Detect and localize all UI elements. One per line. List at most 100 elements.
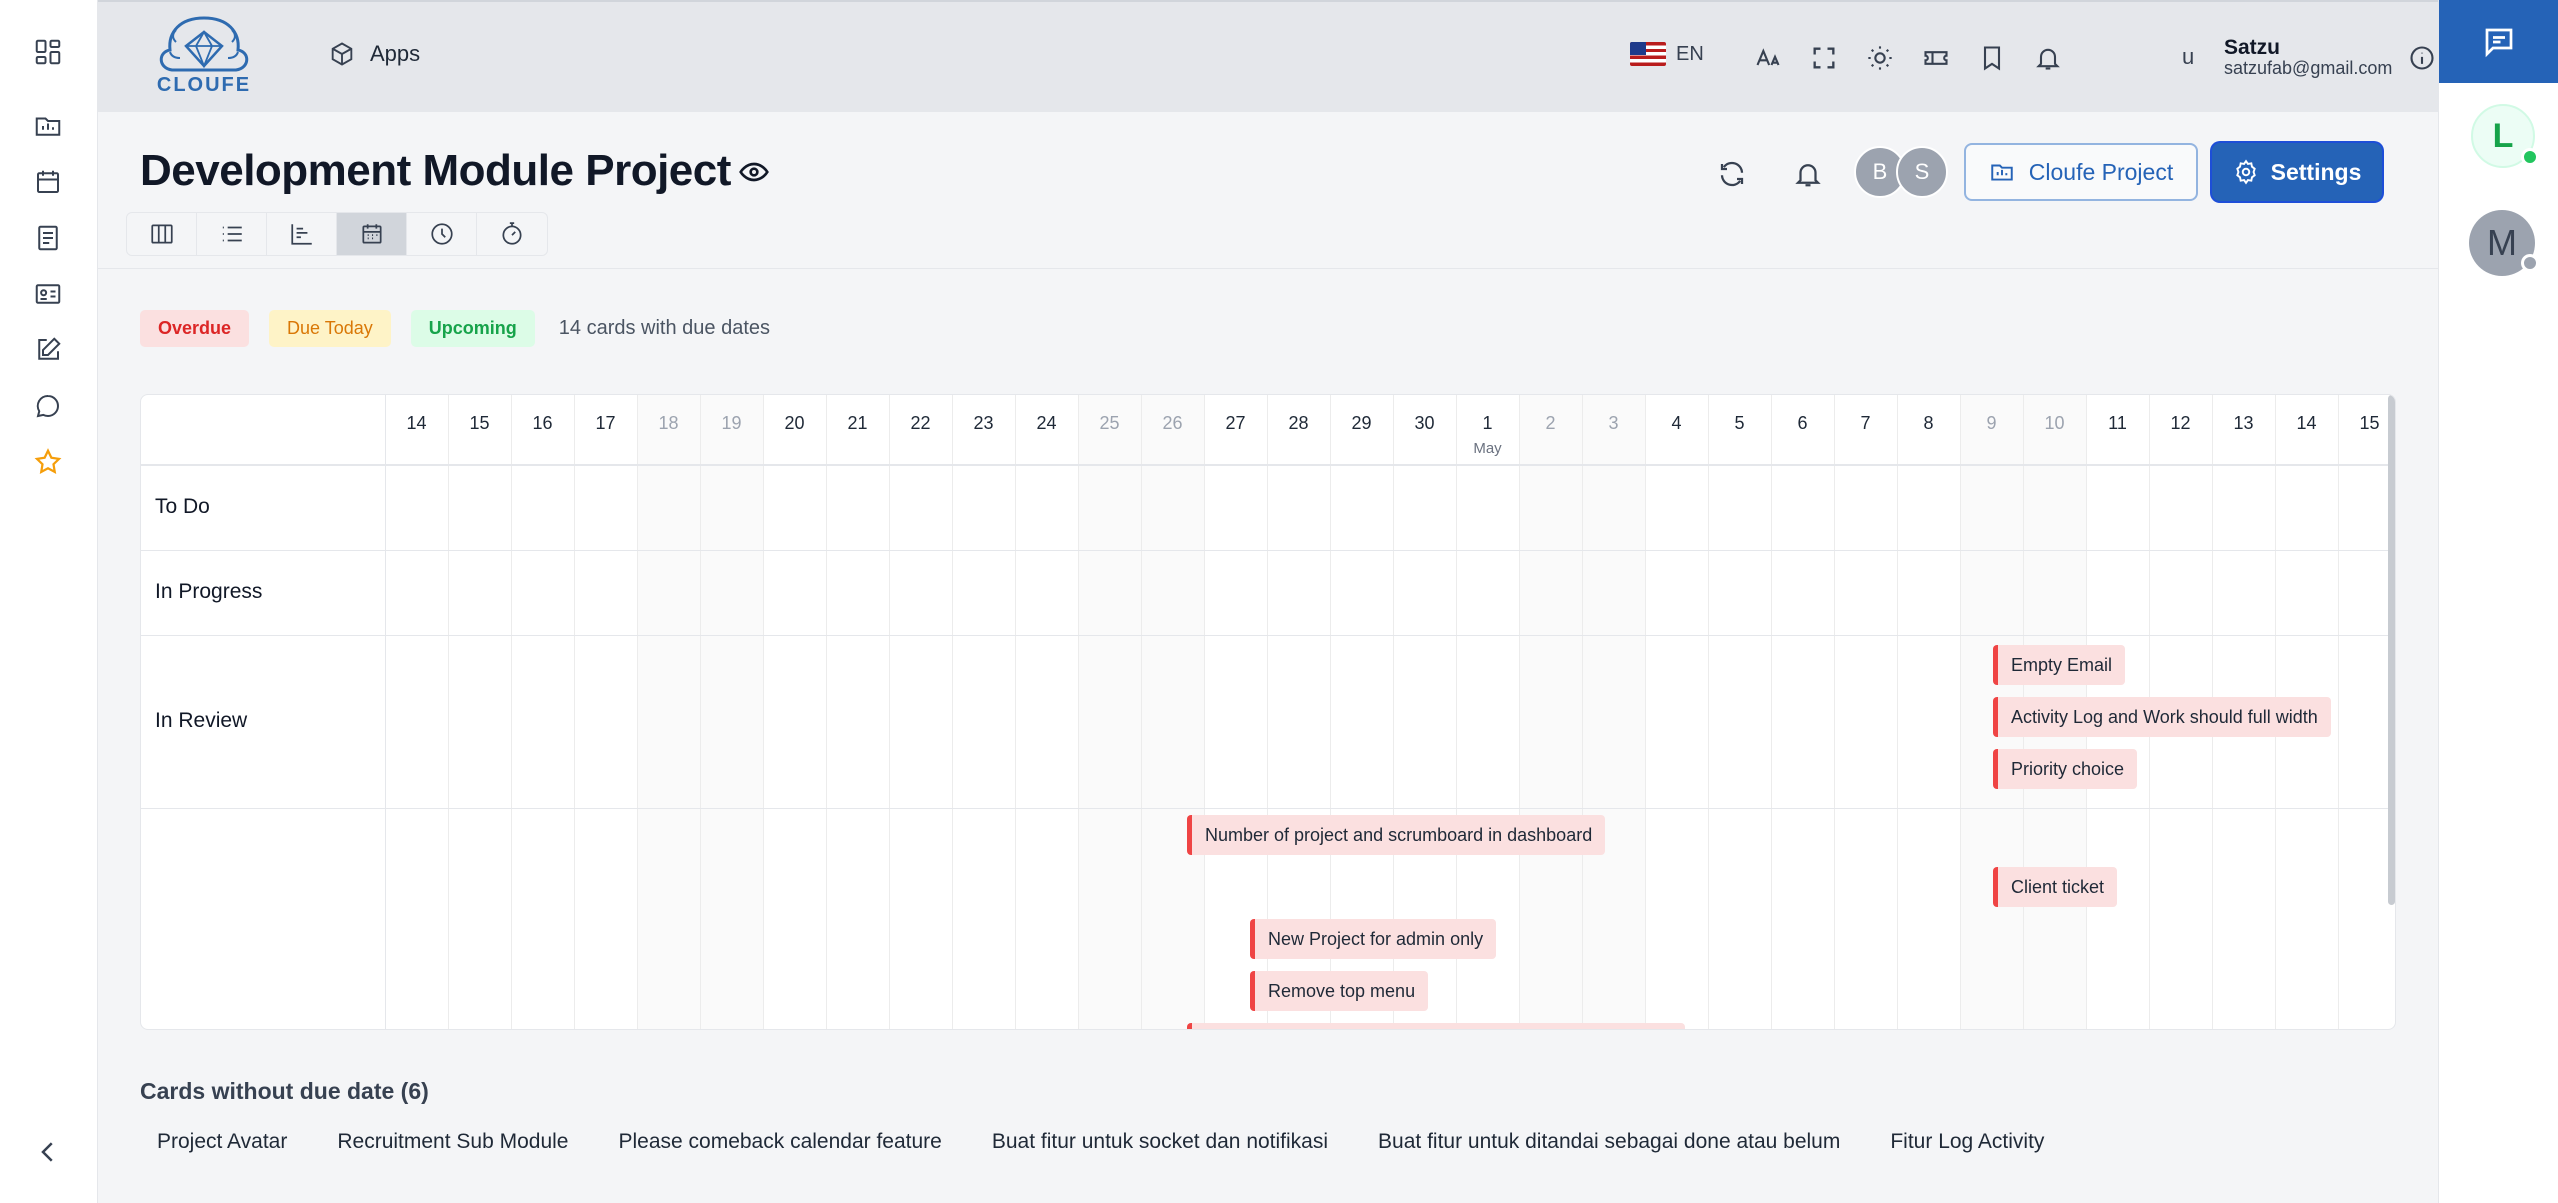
day-column xyxy=(952,395,1015,1029)
board-columns-icon xyxy=(150,224,173,244)
tab-board-view[interactable] xyxy=(127,213,197,255)
due-today-badge: Due Today xyxy=(269,310,391,347)
online-status-dot xyxy=(2521,148,2539,166)
day-number: 21 xyxy=(847,413,868,433)
day-column xyxy=(511,395,574,1029)
day-number: 23 xyxy=(973,413,994,433)
day-number: 26 xyxy=(1162,413,1183,433)
day-number: 14 xyxy=(406,413,427,433)
month-label: May xyxy=(1473,440,1502,457)
task-card[interactable]: Remove top menu xyxy=(1250,971,1429,1011)
document-icon[interactable] xyxy=(28,218,68,258)
cube-icon xyxy=(331,42,353,66)
task-card[interactable]: Empty Email xyxy=(1993,645,2126,685)
day-number: 29 xyxy=(1351,413,1372,433)
day-column xyxy=(700,395,763,1029)
user-initial: u xyxy=(2182,44,2195,69)
header-divider xyxy=(98,268,2438,269)
no-due-card[interactable]: Please comeback calendar feature xyxy=(601,1122,958,1162)
right-chat-column: L M xyxy=(2438,0,2558,1203)
day-column xyxy=(574,395,637,1029)
tab-gantt-view[interactable] xyxy=(267,213,337,255)
project-board-icon[interactable] xyxy=(28,106,68,146)
fullscreen-icon[interactable] xyxy=(1804,38,1844,78)
bookmark-icon[interactable] xyxy=(1972,38,2012,78)
day-column xyxy=(1519,395,1582,1029)
day-column xyxy=(763,395,826,1029)
calendar-grid: To Do In Progress In Review 14 15 16 17 18 19… xyxy=(140,394,2396,1030)
day-number: 18 xyxy=(658,413,679,433)
settings-button[interactable]: Settings xyxy=(2212,143,2382,201)
task-card[interactable]: Client ticket xyxy=(1993,867,2118,907)
chat-bubble-icon[interactable] xyxy=(28,386,68,426)
no-due-card[interactable]: Buat fitur untuk socket dan notifikasi xyxy=(975,1122,1345,1162)
day-number: 16 xyxy=(532,413,553,433)
ticket-icon[interactable] xyxy=(1916,38,1956,78)
day-column xyxy=(1771,395,1834,1029)
task-card[interactable]: New Project for admin only xyxy=(1250,919,1497,959)
day-column xyxy=(1645,395,1708,1029)
theme-sun-icon[interactable] xyxy=(1860,38,1900,78)
cloufe-project-button[interactable]: Cloufe Project xyxy=(1964,143,2198,201)
day-number: 30 xyxy=(1414,413,1435,433)
day-number: 24 xyxy=(1036,413,1057,433)
day-number: 19 xyxy=(721,413,742,433)
task-card[interactable]: Number of project and scrumboard in dash… xyxy=(1187,815,1606,855)
collapse-sidebar-icon[interactable] xyxy=(28,1132,68,1172)
row-divider xyxy=(141,550,2395,551)
apps-label: Apps xyxy=(370,41,421,66)
task-card[interactable] xyxy=(1187,1023,1685,1029)
day-column xyxy=(826,395,889,1029)
day-column xyxy=(1015,395,1078,1029)
day-number: 5 xyxy=(1734,413,1745,433)
edit-icon[interactable] xyxy=(28,330,68,370)
offline-status-dot xyxy=(2521,254,2539,272)
info-icon[interactable] xyxy=(2402,38,2442,78)
no-due-card[interactable]: Recruitment Sub Module xyxy=(320,1122,585,1162)
row-label-todo: To Do xyxy=(155,495,210,518)
day-number: 20 xyxy=(784,413,805,433)
star-icon[interactable] xyxy=(28,442,68,482)
day-number: 4 xyxy=(1671,413,1682,433)
no-due-card[interactable]: Project Avatar xyxy=(140,1122,304,1162)
dashboard-icon[interactable] xyxy=(28,32,68,72)
day-number: 11 xyxy=(2108,413,2127,433)
font-size-icon[interactable] xyxy=(1748,38,1788,78)
apps-menu[interactable]: Apps xyxy=(328,40,420,68)
due-cards-count: 14 cards with due dates xyxy=(558,317,771,339)
stopwatch-icon xyxy=(502,222,522,245)
no-due-card[interactable]: Buat fitur untuk ditandai sebagai done a… xyxy=(1361,1122,1857,1162)
project-bell-icon[interactable] xyxy=(1788,154,1828,194)
refresh-icon[interactable] xyxy=(1712,154,1752,194)
list-icon xyxy=(222,226,242,242)
day-number: 1 May xyxy=(1456,395,1519,465)
day-number: 25 xyxy=(1099,413,1120,433)
day-column xyxy=(448,395,511,1029)
day-number: 6 xyxy=(1797,413,1808,433)
tab-list-view[interactable] xyxy=(197,213,267,255)
tab-timeline-view[interactable] xyxy=(407,213,477,255)
day-number: 10 xyxy=(2044,413,2065,433)
cloufe-logo[interactable]: CLOUFE xyxy=(150,12,258,98)
calendar-scrollbar[interactable] xyxy=(2388,395,2395,905)
day-number: 15 xyxy=(2359,413,2380,433)
day-number: 22 xyxy=(910,413,931,433)
day-column xyxy=(385,395,448,1029)
id-card-icon[interactable] xyxy=(28,274,68,314)
calendar-icon[interactable] xyxy=(28,162,68,202)
tab-timer-view[interactable] xyxy=(477,213,547,255)
chat-button[interactable] xyxy=(2439,0,2558,83)
user-name[interactable]: Satzu xyxy=(2224,36,2280,60)
notification-bell-icon[interactable] xyxy=(2028,38,2068,78)
task-card[interactable]: Priority choice xyxy=(1993,749,2138,789)
visibility-eye-icon[interactable] xyxy=(738,156,770,188)
day-number: 3 xyxy=(1608,413,1619,433)
tab-calendar-view[interactable] xyxy=(337,213,407,255)
no-due-card[interactable]: Fitur Log Activity xyxy=(1873,1122,2061,1162)
no-due-date-title: Cards without due date (6) xyxy=(140,1078,429,1104)
day-number: 2 xyxy=(1545,413,1556,433)
task-card[interactable]: Activity Log and Work should full width xyxy=(1993,697,2331,737)
day-column xyxy=(1141,395,1204,1029)
member-avatar-s[interactable]: S xyxy=(1896,146,1948,198)
language-selector[interactable]: EN xyxy=(1630,42,1704,66)
